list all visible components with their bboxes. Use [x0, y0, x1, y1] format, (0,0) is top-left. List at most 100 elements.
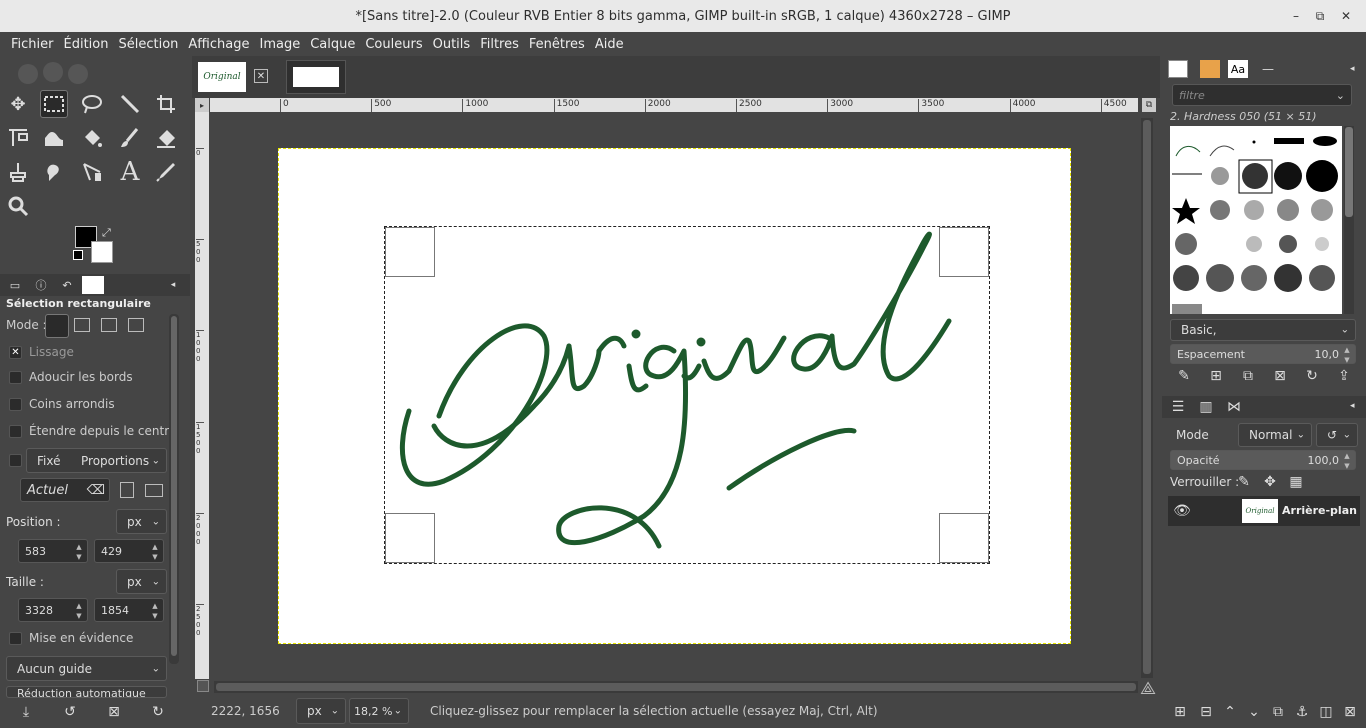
fuzzy-select-tool-icon[interactable] — [116, 90, 144, 118]
paths-tab-icon[interactable]: ⋈ — [1224, 397, 1244, 417]
lock-pixels-icon[interactable]: ✎ — [1234, 472, 1254, 492]
raise-layer-icon[interactable]: ⌃ — [1220, 702, 1240, 722]
anchor-layer-icon[interactable]: ⚓ — [1292, 702, 1312, 722]
unit-combo[interactable]: px ⌄ — [296, 698, 346, 724]
clear-icon[interactable]: ⌫ — [87, 483, 105, 498]
layer-mode-combo[interactable]: Normal ⌄ — [1238, 423, 1312, 447]
fonts-tab-icon[interactable]: Aa — [1228, 60, 1248, 78]
crop-tool-icon[interactable] — [152, 90, 180, 118]
spin-arrows-icon[interactable]: ▲ ▼ — [1341, 345, 1353, 365]
tool-options-scrollbar[interactable] — [169, 314, 179, 664]
minimize-button[interactable]: – — [1286, 6, 1306, 26]
toggle-quick-mask-icon[interactable] — [197, 680, 209, 692]
dock-menu-icon[interactable]: ◂ — [1350, 401, 1355, 411]
tool-options-tab-icon[interactable]: ▭ — [4, 276, 26, 294]
eraser-tool-icon[interactable] — [152, 124, 180, 152]
gradients-tab-icon[interactable]: — — [1258, 60, 1278, 78]
auto-shrink-button[interactable]: Réduction automatique — [6, 686, 167, 698]
lock-alpha-icon[interactable]: ▦ — [1286, 472, 1306, 492]
layers-tab-icon[interactable]: ☰ — [1168, 397, 1188, 417]
lock-position-icon[interactable]: ✥ — [1260, 472, 1280, 492]
menu-selection[interactable]: Sélection — [113, 37, 183, 52]
refresh-brushes-icon[interactable]: ↻ — [1302, 366, 1322, 386]
mode-add-button[interactable] — [74, 318, 90, 332]
zoom-tool-icon[interactable] — [4, 192, 32, 220]
path-tool-icon[interactable] — [78, 158, 106, 186]
position-x-input[interactable]: 583 ▲ ▼ — [18, 539, 88, 563]
width-input[interactable]: 3328 ▲ ▼ — [18, 598, 88, 622]
device-status-tab-icon[interactable]: ⓘ — [30, 276, 52, 294]
menu-couleurs[interactable]: Couleurs — [360, 37, 427, 52]
height-input[interactable]: 1854 ▲ ▼ — [94, 598, 164, 622]
menu-image[interactable]: Image — [254, 37, 305, 52]
smudge-tool-icon[interactable] — [40, 158, 68, 186]
fixed-combo[interactable]: Fixé Proportions ⌄ — [26, 448, 167, 473]
portrait-icon[interactable] — [120, 482, 134, 498]
new-brush-icon[interactable]: ⊞ — [1206, 366, 1226, 386]
close-tab-icon[interactable]: ✕ — [254, 69, 268, 83]
background-color-swatch[interactable] — [91, 241, 113, 263]
paintbrush-tool-icon[interactable] — [116, 124, 144, 152]
position-y-input[interactable]: 429 ▲ ▼ — [94, 539, 164, 563]
brushes-tab-icon[interactable] — [1168, 60, 1188, 78]
menu-calque[interactable]: Calque — [305, 37, 360, 52]
zoom-lock-icon[interactable]: ⧉ — [1142, 98, 1156, 112]
warp-tool-icon[interactable] — [40, 124, 68, 152]
spin-arrows-icon[interactable]: ▲ ▼ — [73, 542, 85, 562]
menu-filtres[interactable]: Filtres — [475, 37, 524, 52]
menu-aide[interactable]: Aide — [590, 37, 629, 52]
new-layer-icon[interactable]: ⊞ — [1170, 702, 1190, 722]
position-unit-combo[interactable]: px ⌄ — [116, 509, 167, 534]
delete-options-icon[interactable]: ⊠ — [104, 702, 124, 722]
landscape-icon[interactable] — [145, 484, 163, 497]
zoom-combo[interactable]: 18,2 % ⌄ — [349, 698, 409, 724]
default-colors-icon[interactable] — [73, 250, 83, 260]
brush-grid[interactable] — [1170, 126, 1342, 314]
menu-edition[interactable]: Édition — [59, 37, 114, 52]
edit-brush-icon[interactable]: ✎ — [1174, 366, 1194, 386]
mode-subtract-button[interactable] — [101, 318, 117, 332]
duplicate-layer-icon[interactable]: ⧉ — [1268, 702, 1288, 722]
layer-row[interactable]: 👁 Original Arrière-plan — [1168, 496, 1360, 526]
composite-mode-combo[interactable]: ↺ ⌄ — [1316, 423, 1358, 447]
navigate-icon[interactable]: ⟁ — [1140, 678, 1156, 699]
save-options-icon[interactable]: ⤓ — [16, 702, 36, 722]
menu-fichier[interactable]: Fichier — [6, 37, 59, 52]
current-ratio-field[interactable]: Actuel ⌫ — [20, 478, 110, 502]
rect-select-tool-icon[interactable] — [40, 90, 68, 118]
close-button[interactable]: ✕ — [1336, 6, 1356, 26]
clone-tool-icon[interactable] — [4, 158, 32, 186]
spin-arrows-icon[interactable]: ▲ ▼ — [73, 601, 85, 621]
swap-colors-icon[interactable]: ⤢ — [102, 226, 111, 240]
brush-grid-scrollbar[interactable] — [1344, 126, 1354, 314]
restore-options-icon[interactable]: ↺ — [60, 702, 80, 722]
lower-layer-icon[interactable]: ⌄ — [1244, 702, 1264, 722]
menu-outils[interactable]: Outils — [428, 37, 476, 52]
image-tab-2[interactable] — [286, 60, 346, 94]
new-layer-group-icon[interactable]: ⊟ — [1196, 702, 1216, 722]
dock-menu-icon[interactable]: ◂ — [162, 276, 184, 294]
antialias-checkbox[interactable]: ✕ — [9, 346, 22, 359]
guides-combo[interactable]: Aucun guide ⌄ — [6, 656, 167, 681]
expand-from-center-checkbox[interactable] — [9, 425, 22, 438]
bucket-fill-tool-icon[interactable] — [78, 124, 106, 152]
menu-fenetres[interactable]: Fenêtres — [524, 37, 590, 52]
vertical-scrollbar[interactable] — [1141, 118, 1153, 678]
fixed-checkbox[interactable] — [9, 454, 22, 467]
move-tool-icon[interactable]: ✥ — [4, 90, 32, 118]
quick-mask-corner-icon[interactable]: ▸ — [195, 98, 209, 112]
images-tab-icon[interactable] — [82, 276, 104, 294]
color-picker-tool-icon[interactable] — [152, 158, 180, 186]
mode-replace-button[interactable] — [45, 314, 69, 338]
text-tool-icon[interactable]: A — [116, 157, 144, 187]
reset-options-icon[interactable]: ↻ — [148, 702, 168, 722]
align-tool-icon[interactable] — [4, 124, 32, 152]
lasso-tool-icon[interactable] — [78, 90, 106, 118]
rounded-corners-checkbox[interactable] — [9, 398, 22, 411]
duplicate-brush-icon[interactable]: ⧉ — [1238, 366, 1258, 386]
horizontal-scrollbar[interactable] — [214, 681, 1138, 693]
undo-history-tab-icon[interactable]: ↶ — [56, 276, 78, 294]
layer-mask-icon[interactable]: ◫ — [1316, 702, 1336, 722]
eye-icon[interactable]: 👁 — [1172, 501, 1192, 521]
maximize-button[interactable]: ⧉ — [1310, 6, 1330, 26]
